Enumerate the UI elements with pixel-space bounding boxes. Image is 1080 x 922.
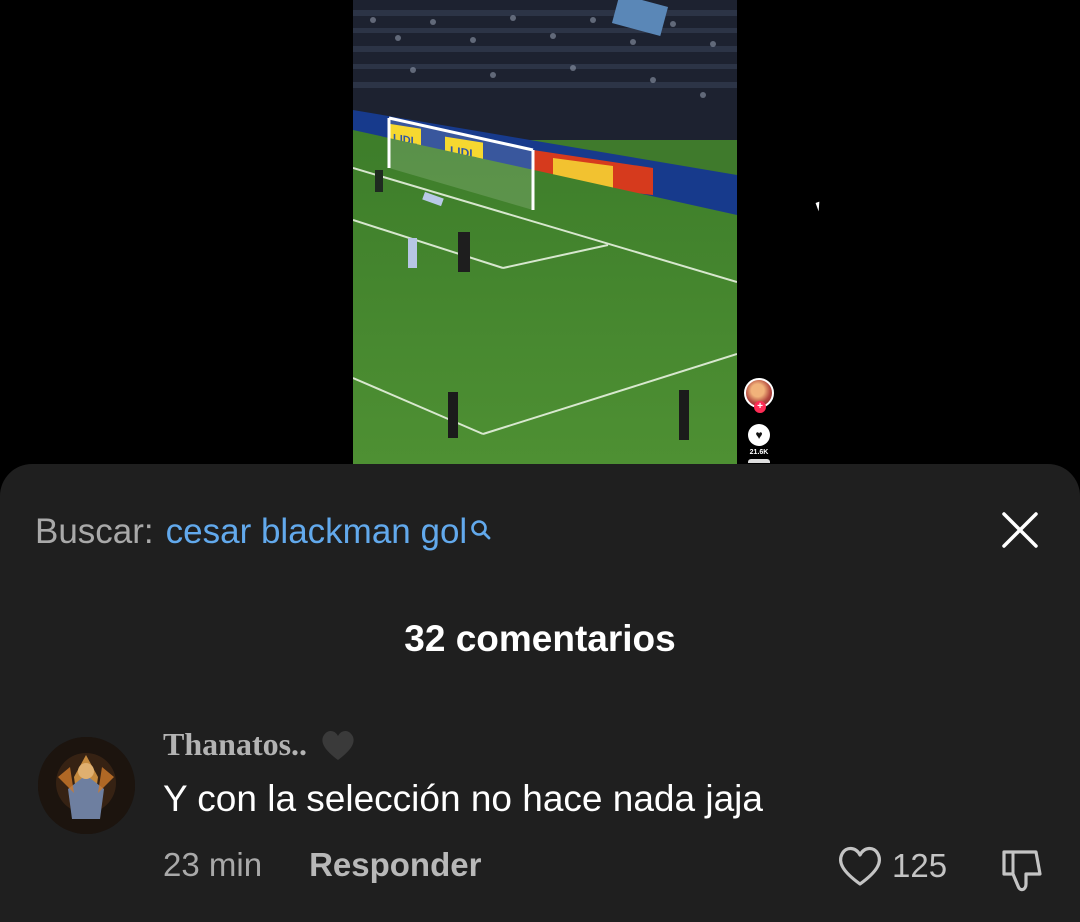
comment-timestamp: 23 min bbox=[163, 846, 263, 883]
heart-outline-icon[interactable] bbox=[836, 844, 884, 888]
avatar[interactable] bbox=[38, 737, 135, 834]
comment-count-title: 32 comentarios bbox=[404, 618, 676, 659]
like-button[interactable]: 125 bbox=[836, 844, 947, 888]
close-button[interactable] bbox=[998, 508, 1042, 552]
comment-icon[interactable] bbox=[748, 459, 770, 463]
side-action-rail: + ♥ 21.6K bbox=[743, 378, 775, 463]
comments-sheet: Buscar: cesar blackman gol 32 comentario… bbox=[0, 464, 1080, 922]
video-like-count: 21.6K bbox=[749, 449, 769, 456]
search-query-link[interactable]: cesar blackman gol bbox=[166, 512, 468, 552]
football-match-video: LIDL LIDL LIDL bbox=[353, 0, 737, 464]
search-icon[interactable] bbox=[470, 514, 492, 540]
heart-icon bbox=[322, 730, 354, 760]
comment-item: Thanatos.. Y con la selección no hace na… bbox=[38, 726, 1048, 906]
video-player[interactable]: LIDL LIDL LIDL bbox=[0, 0, 1080, 464]
dislike-button[interactable] bbox=[996, 848, 1046, 894]
related-search[interactable]: Buscar: cesar blackman gol bbox=[35, 512, 492, 552]
comment-author[interactable]: Thanatos.. bbox=[163, 726, 307, 763]
close-icon[interactable] bbox=[998, 508, 1042, 552]
mouse-cursor-icon bbox=[815, 201, 823, 212]
comment-author-row: Thanatos.. bbox=[163, 726, 357, 763]
thumbs-down-icon[interactable] bbox=[996, 848, 1046, 894]
creator-avatar[interactable]: + bbox=[744, 378, 774, 413]
search-label: Buscar: bbox=[35, 512, 154, 551]
follow-plus-icon[interactable]: + bbox=[754, 401, 766, 413]
comment-like-count: 125 bbox=[892, 847, 948, 884]
heart-icon[interactable]: ♥ bbox=[748, 424, 770, 446]
video-frame[interactable]: LIDL LIDL LIDL bbox=[353, 0, 737, 464]
comment-meta: 23 min Responder bbox=[163, 846, 481, 884]
comment-text: Y con la selección no hace nada jaja bbox=[163, 778, 763, 819]
reply-button[interactable]: Responder bbox=[309, 846, 481, 884]
